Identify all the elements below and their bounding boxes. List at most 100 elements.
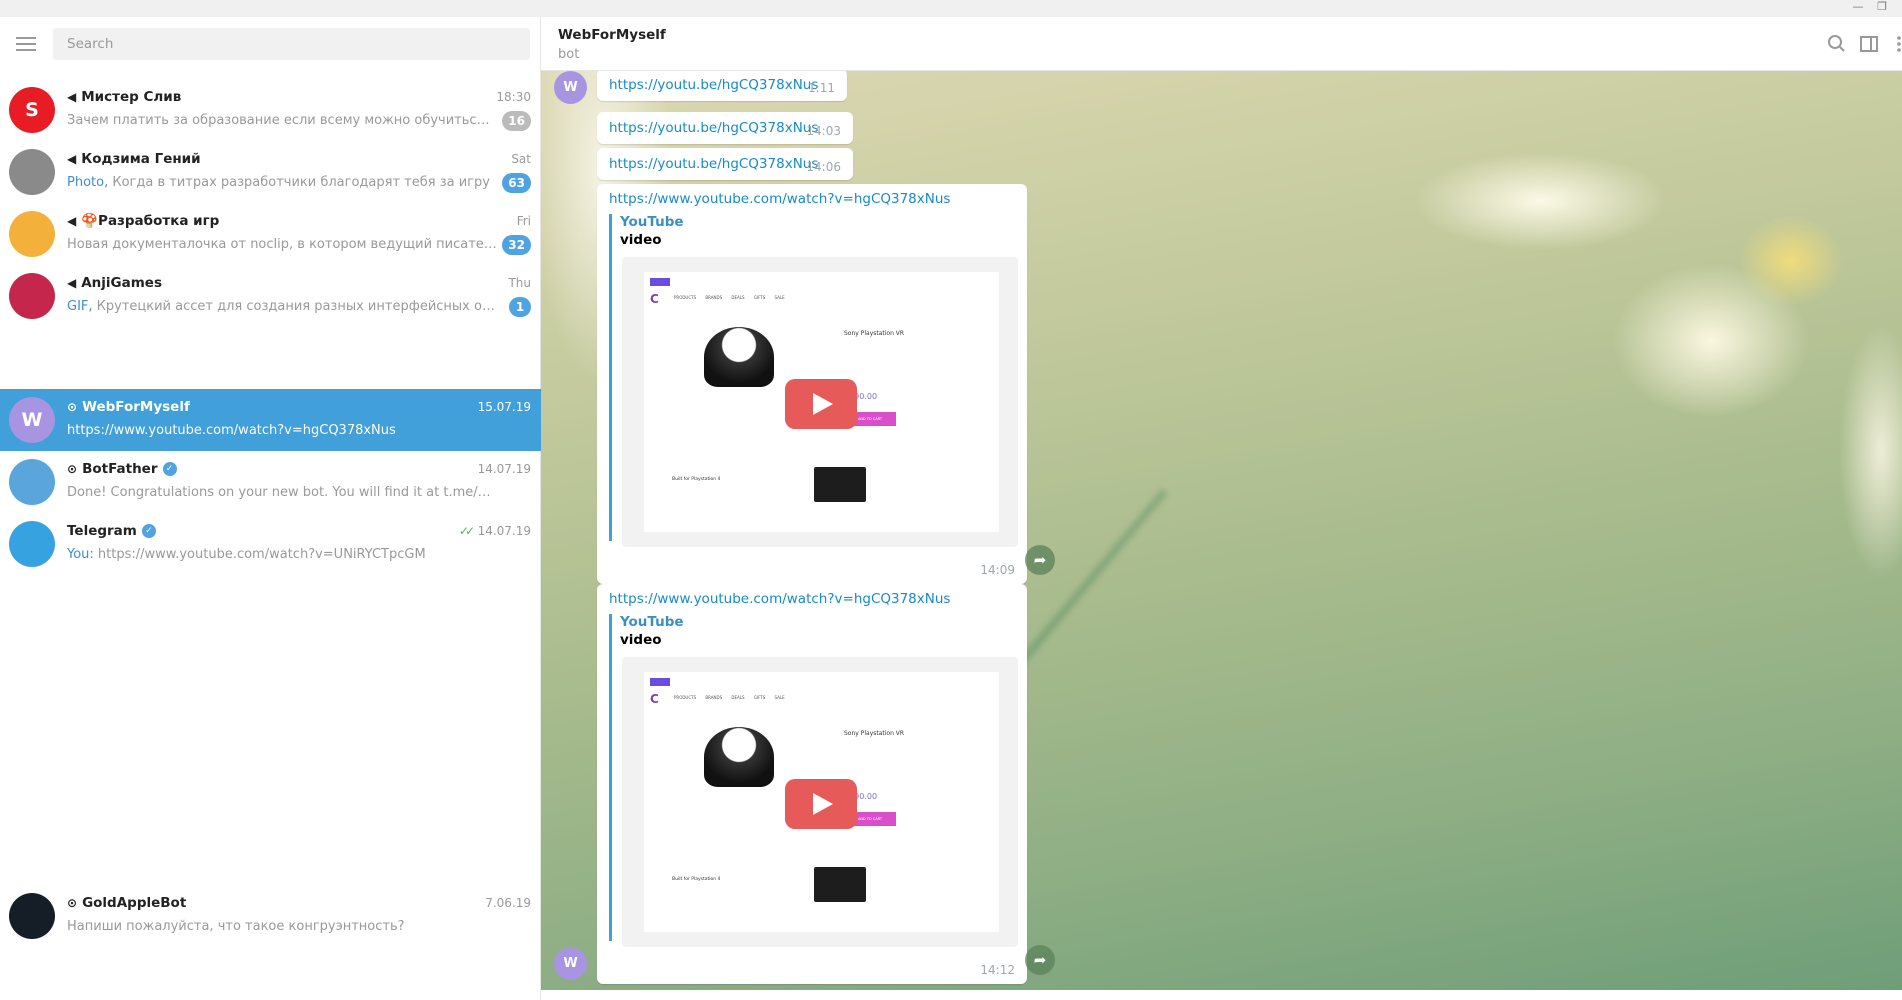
chat-date: Fri bbox=[516, 214, 531, 228]
chat-preview: Зачем платить за образование если всему … bbox=[67, 113, 497, 128]
unread-badge: 1 bbox=[509, 297, 531, 317]
preview-prefix: GIF, bbox=[67, 299, 97, 314]
verified-icon: ✓ bbox=[141, 524, 156, 538]
chat-date: 14.07.19 bbox=[477, 524, 531, 538]
chat-date: 7.06.19 bbox=[485, 896, 531, 910]
link-preview[interactable]: YouTube video C PRODUCTS BRANDS DEALS GI… bbox=[609, 614, 1019, 947]
chat-avatar: S bbox=[9, 87, 55, 133]
preview-title: video bbox=[620, 232, 662, 248]
chat-background: W https://youtu.be/hgCQ378xNus 1:11 http… bbox=[541, 71, 1902, 990]
sidebar-toggle-icon[interactable] bbox=[1858, 33, 1880, 55]
chat-name: Мистер Слив bbox=[81, 89, 182, 105]
preview-text: Новая документалочка от noclip, в которо… bbox=[67, 237, 497, 252]
chat-name: Telegram bbox=[67, 523, 137, 539]
chat-avatar: W bbox=[9, 397, 55, 443]
chat-preview: You: https://www.youtube.com/watch?v=UNi… bbox=[67, 547, 426, 562]
message-link[interactable]: https://youtu.be/hgCQ378xNus bbox=[609, 77, 818, 93]
preview-title: video bbox=[620, 632, 662, 648]
minimize-button[interactable]: — bbox=[1848, 0, 1868, 17]
unread-badge: 16 bbox=[502, 111, 531, 131]
chat-list-item[interactable]: Telegram ✓ ✓✓ 14.07.19 You: https://www.… bbox=[0, 513, 541, 575]
chat-list-item[interactable]: ⊙ BotFather ✓ 14.07.19 Done! Congratulat… bbox=[0, 451, 541, 513]
play-button-icon[interactable] bbox=[785, 779, 857, 829]
message-time: 14:12 bbox=[980, 963, 1015, 977]
preview-site-name: YouTube bbox=[620, 614, 684, 630]
thumbnail-nav: PRODUCTS BRANDS DEALS GIFTS SALE bbox=[674, 695, 785, 700]
restore-button[interactable]: ❐ bbox=[1872, 0, 1892, 17]
search-input[interactable] bbox=[53, 28, 530, 60]
chat-preview: GIF, Крутецкий ассет для создания разных… bbox=[67, 299, 497, 314]
chat-name-row: ⊙ BotFather ✓ bbox=[67, 461, 177, 477]
thumbnail-nav: PRODUCTS BRANDS DEALS GIFTS SALE bbox=[674, 295, 785, 300]
share-icon[interactable]: ➦ bbox=[1025, 945, 1055, 975]
message-time: 14:03 bbox=[806, 124, 841, 138]
preview-text: Напиши пожалуйста, что такое конгруэнтно… bbox=[67, 919, 405, 934]
thumbnail-product: Sony Playstation VR bbox=[844, 730, 905, 737]
unread-badge: 63 bbox=[502, 173, 531, 193]
message-link[interactable]: https://www.youtube.com/watch?v=hgCQ378x… bbox=[609, 191, 950, 207]
message-link[interactable]: https://youtu.be/hgCQ378xNus bbox=[609, 120, 818, 136]
chat-date: Sat bbox=[511, 152, 531, 166]
link-preview[interactable]: YouTube video C PRODUCTS BRANDS DEALS GI… bbox=[609, 214, 1019, 547]
share-icon[interactable]: ➦ bbox=[1025, 545, 1055, 575]
chat-panel: WebForMyself bot W https://youtu.be/hgCQ… bbox=[541, 17, 1902, 1000]
chat-date: 14.07.19 bbox=[477, 462, 531, 476]
hamburger-menu-icon[interactable] bbox=[16, 37, 36, 53]
bot-avatar[interactable]: W bbox=[554, 71, 587, 104]
chat-list-sidebar: S ◀ Мистер Слив 18:30 Зачем платить за о… bbox=[0, 17, 541, 1000]
chat-list-item[interactable]: S ◀ Мистер Слив 18:30 Зачем платить за о… bbox=[0, 79, 541, 141]
chat-name-row: ⊙ GoldAppleBot bbox=[67, 895, 186, 911]
verified-icon: ✓ bbox=[162, 462, 177, 476]
thumbnail-logo: C bbox=[650, 292, 659, 306]
chat-name-row: ⊙ WebForMyself bbox=[67, 399, 190, 415]
thumbnail-product: Sony Playstation VR bbox=[844, 330, 905, 337]
chat-list-item[interactable]: W ⊙ WebForMyself 15.07.19 https://www.yo… bbox=[0, 389, 541, 451]
preview-prefix: You: bbox=[67, 547, 98, 562]
chat-title[interactable]: WebForMyself bbox=[558, 27, 666, 43]
more-options-icon[interactable] bbox=[1888, 33, 1902, 55]
channel-icon: ◀ bbox=[67, 214, 77, 228]
chat-list-item[interactable]: ⊙ GoldAppleBot 7.06.19 Напиши пожалуйста… bbox=[0, 885, 541, 947]
thumbnail-vr-headset bbox=[704, 727, 774, 787]
message-bubble: https://youtu.be/hgCQ378xNus 14:06 bbox=[597, 148, 853, 180]
message-bubble: https://youtu.be/hgCQ378xNus 1:11 bbox=[597, 71, 847, 101]
chat-name: GoldAppleBot bbox=[82, 895, 187, 911]
chat-avatar bbox=[9, 521, 55, 567]
chat-avatar bbox=[9, 211, 55, 257]
chat-date: Thu bbox=[508, 276, 531, 290]
message-link[interactable]: https://www.youtube.com/watch?v=hgCQ378x… bbox=[609, 591, 950, 607]
thumbnail-section: Built for Playstation 4 bbox=[672, 877, 721, 882]
chat-avatar bbox=[9, 149, 55, 195]
chat-list-item[interactable]: ◀ AnjiGames Thu GIF, Крутецкий ассет для… bbox=[0, 265, 541, 327]
channel-icon: ◀ bbox=[67, 152, 77, 166]
thumbnail-logo-bar bbox=[650, 678, 670, 686]
preview-text: Когда в титрах разработчики благодарят т… bbox=[112, 175, 490, 190]
chat-preview: Новая документалочка от noclip, в которо… bbox=[67, 237, 497, 252]
play-button-icon[interactable] bbox=[785, 379, 857, 429]
chat-name-row: Telegram ✓ bbox=[67, 523, 156, 539]
chat-name: 🍄Разработка игр bbox=[81, 213, 220, 229]
channel-icon: ◀ bbox=[67, 276, 77, 290]
message-link[interactable]: https://youtu.be/hgCQ378xNus bbox=[609, 156, 818, 172]
chat-list-item[interactable]: ◀ Кодзима Гений Sat Photo, Когда в титра… bbox=[0, 141, 541, 203]
read-checkmark-icon: ✓✓ bbox=[458, 524, 475, 538]
chat-preview: https://www.youtube.com/watch?v=hgCQ378x… bbox=[67, 423, 396, 438]
message-bubble-link-preview: https://www.youtube.com/watch?v=hgCQ378x… bbox=[597, 184, 1027, 584]
video-thumbnail[interactable]: C PRODUCTS BRANDS DEALS GIFTS SALE Sony … bbox=[622, 657, 1018, 947]
thumbnail-console bbox=[814, 467, 866, 502]
unread-badge: 32 bbox=[502, 235, 531, 255]
chat-name-row: ◀ 🍄Разработка игр bbox=[67, 213, 219, 229]
chat-list-item[interactable]: ◀ 🍄Разработка игр Fri Новая документалоч… bbox=[0, 203, 541, 265]
chat-preview: Photo, Когда в титрах разработчики благо… bbox=[67, 175, 490, 190]
thumbnail-logo-bar bbox=[650, 278, 670, 286]
bot-avatar[interactable]: W bbox=[554, 947, 587, 980]
search-icon[interactable] bbox=[1826, 33, 1848, 55]
chat-name-row: ◀ Кодзима Гений bbox=[67, 151, 201, 167]
message-bubble-link-preview: https://www.youtube.com/watch?v=hgCQ378x… bbox=[597, 584, 1027, 984]
video-thumbnail[interactable]: C PRODUCTS BRANDS DEALS GIFTS SALE Sony … bbox=[622, 257, 1018, 547]
chat-avatar bbox=[9, 893, 55, 939]
chat-name-row: ◀ AnjiGames bbox=[67, 275, 162, 291]
thumbnail-vr-headset bbox=[704, 327, 774, 387]
preview-text: Done! Congratulations on your new bot. Y… bbox=[67, 485, 497, 500]
chat-name: WebForMyself bbox=[82, 399, 190, 415]
